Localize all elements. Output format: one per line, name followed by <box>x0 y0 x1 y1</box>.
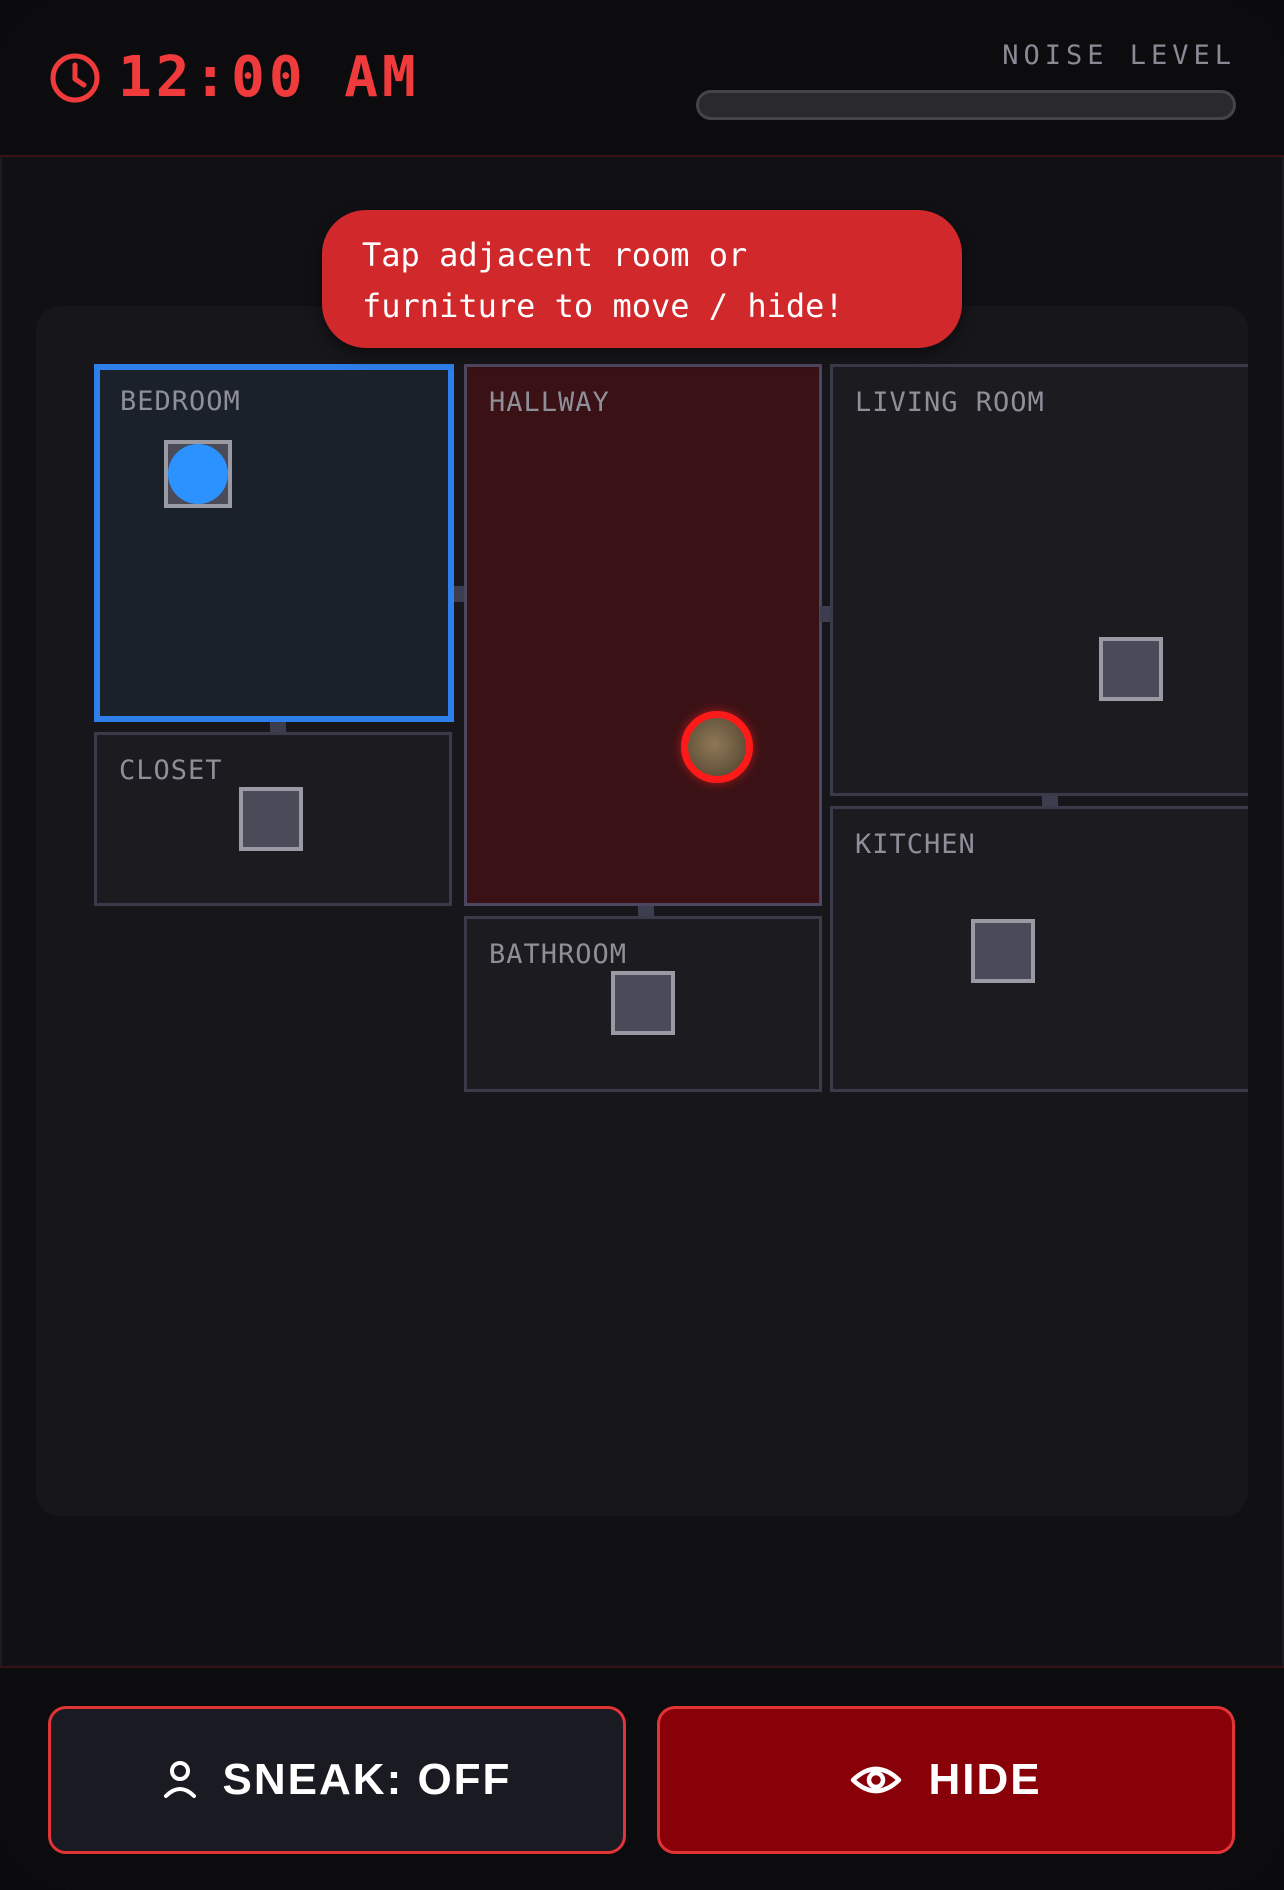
sneak-button-label: SNEAK: OFF <box>222 1755 512 1804</box>
hint-line-2: furniture to move / hide! <box>362 287 844 325</box>
door-bedroom-hallway <box>454 586 464 602</box>
player-marker <box>168 444 228 504</box>
door-hallway-living-room <box>820 606 830 622</box>
sneak-toggle-button[interactable]: SNEAK: OFF <box>48 1706 626 1854</box>
door-bedroom-closet <box>270 722 286 732</box>
door-hallway-bathroom <box>638 906 654 916</box>
hint-line-1: Tap adjacent room or <box>362 236 748 274</box>
action-bar: SNEAK: OFF HIDE <box>0 1666 1284 1890</box>
top-bar: 12:00 AM NOISE LEVEL <box>0 0 1284 157</box>
room-kitchen[interactable]: KITCHEN <box>830 806 1248 1092</box>
room-hallway[interactable]: HALLWAY <box>464 364 822 906</box>
room-label-bathroom: BATHROOM <box>489 939 628 970</box>
enemy-marker <box>681 711 753 783</box>
room-bathroom[interactable]: BATHROOM <box>464 916 822 1092</box>
furniture-bathroom[interactable] <box>611 971 675 1035</box>
person-icon <box>163 1760 197 1800</box>
noise-level-label: NOISE LEVEL <box>1002 40 1236 71</box>
room-label-bedroom: BEDROOM <box>120 386 241 417</box>
game-time: 12:00 AM <box>118 45 420 110</box>
furniture-living-room[interactable] <box>1099 637 1163 701</box>
furniture-kitchen[interactable] <box>971 919 1035 983</box>
room-label-living-room: LIVING ROOM <box>855 387 1045 418</box>
room-closet[interactable]: CLOSET <box>94 732 452 906</box>
hide-button[interactable]: HIDE <box>657 1706 1235 1854</box>
room-label-kitchen: KITCHEN <box>855 829 976 860</box>
door-living-room-kitchen <box>1042 796 1058 806</box>
eye-icon <box>850 1762 902 1798</box>
room-label-closet: CLOSET <box>119 755 223 786</box>
clock: 12:00 AM <box>48 50 420 106</box>
room-label-hallway: HALLWAY <box>489 387 610 418</box>
room-bedroom[interactable]: BEDROOM <box>94 364 454 722</box>
game-screen: 12:00 AM NOISE LEVEL BEDROOM HALLWAY LIV… <box>0 0 1284 1890</box>
hint-tooltip: Tap adjacent room or furniture to move /… <box>322 210 962 348</box>
room-living-room[interactable]: LIVING ROOM <box>830 364 1248 796</box>
clock-icon <box>48 51 102 105</box>
hide-button-label: HIDE <box>928 1755 1042 1804</box>
furniture-closet[interactable] <box>239 787 303 851</box>
house-map: BEDROOM HALLWAY LIVING ROOM CLOSET BATHR… <box>36 306 1248 1516</box>
noise-meter <box>696 90 1236 120</box>
